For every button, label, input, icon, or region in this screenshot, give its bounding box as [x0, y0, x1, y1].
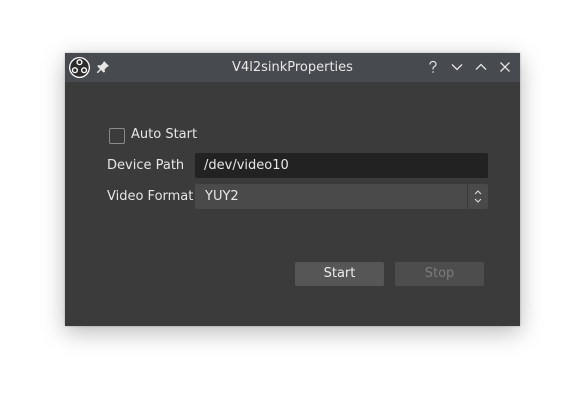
video-format-select[interactable]: YUY2: [195, 184, 488, 209]
minimize-button[interactable]: [448, 58, 466, 76]
chevron-up-icon: [475, 63, 487, 70]
start-button[interactable]: Start: [295, 262, 384, 286]
maximize-button[interactable]: [472, 58, 490, 76]
stop-button: Stop: [395, 262, 484, 286]
device-path-input[interactable]: /dev/video10: [195, 153, 488, 178]
obs-logo-icon[interactable]: [68, 56, 91, 79]
title-bar[interactable]: V4l2sinkProperties: [65, 53, 520, 82]
video-format-label: Video Format: [107, 189, 194, 204]
help-button[interactable]: [424, 58, 442, 76]
close-button[interactable]: [496, 58, 514, 76]
close-icon: [500, 62, 510, 72]
pin-icon[interactable]: [95, 59, 111, 75]
auto-start-label[interactable]: Auto Start: [131, 126, 197, 144]
dialog-content: Auto Start Device Path /dev/video10 Vide…: [65, 82, 520, 326]
properties-dialog: V4l2sinkProperties Auto Start Device Pat…: [65, 53, 520, 326]
device-path-label: Device Path: [107, 158, 185, 173]
select-arrows-icon: [467, 184, 488, 209]
desktop-background: V4l2sinkProperties Auto Start Device Pat…: [0, 0, 585, 404]
chevron-down-icon: [451, 64, 463, 71]
auto-start-checkbox[interactable]: [109, 128, 125, 144]
video-format-value: YUY2: [205, 189, 239, 204]
